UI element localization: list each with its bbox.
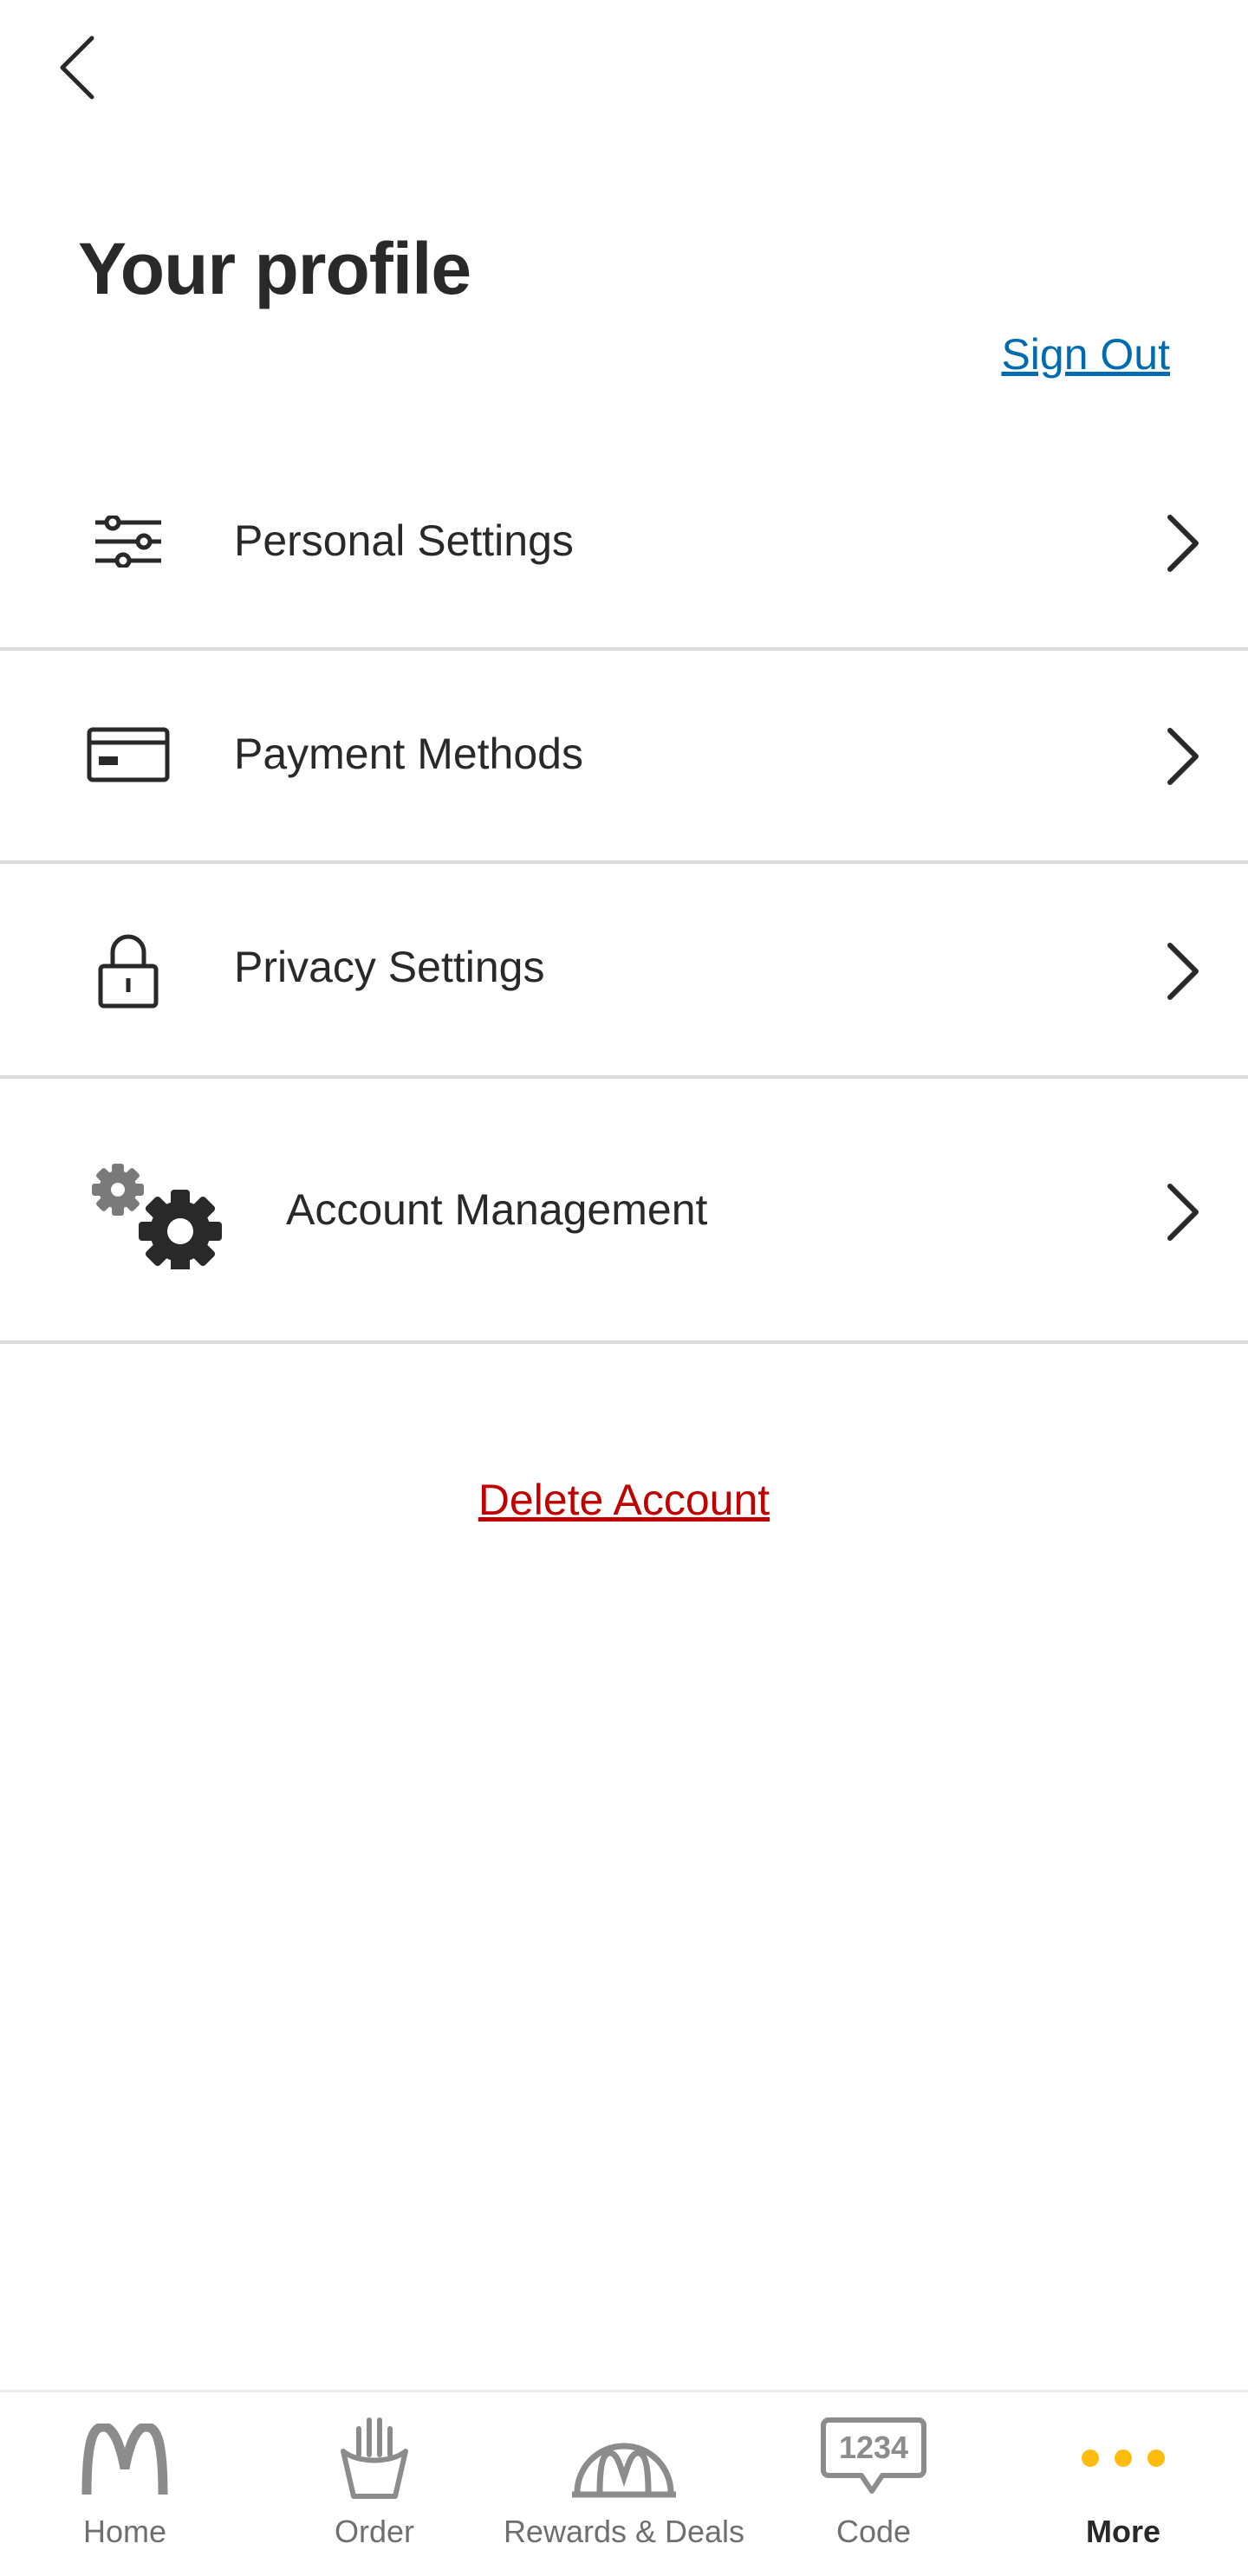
lock-icon <box>98 934 159 1009</box>
chevron-right-icon <box>1167 728 1199 785</box>
code-bubble-icon: 1234 <box>821 2417 926 2494</box>
tab-label: More <box>1085 2514 1160 2549</box>
delete-account-row: Delete Account <box>0 1475 1248 1525</box>
tab-label: Home <box>82 2514 167 2549</box>
menu-item-privacy-settings[interactable]: Privacy Settings <box>0 864 1248 1079</box>
menu-item-label: Privacy Settings <box>234 943 545 991</box>
fries-icon <box>341 2417 408 2499</box>
page-title: Your profile <box>78 228 471 309</box>
tab-home[interactable]: Home <box>0 2392 250 2576</box>
rewards-arch-icon <box>572 2443 676 2498</box>
credit-card-icon <box>87 727 170 782</box>
sign-out-link[interactable]: Sign Out <box>1001 329 1170 380</box>
menu-item-account-management[interactable]: Account Management <box>0 1079 1248 1344</box>
back-chevron-icon[interactable] <box>54 33 102 102</box>
gears-icon <box>92 1164 222 1269</box>
tab-rewards-deals[interactable]: Rewards & Deals <box>499 2392 749 2576</box>
golden-arches-icon <box>81 2424 168 2495</box>
tab-code[interactable]: 1234 Code <box>749 2392 998 2576</box>
menu-item-personal-settings[interactable]: Personal Settings <box>0 436 1248 651</box>
chevron-right-icon <box>1167 1184 1199 1241</box>
menu-item-label: Personal Settings <box>234 516 574 565</box>
tab-label: Order <box>334 2514 415 2549</box>
tab-order[interactable]: Order <box>250 2392 499 2576</box>
chevron-right-icon <box>1167 515 1199 572</box>
tab-more[interactable]: More <box>998 2392 1248 2576</box>
more-dots-icon <box>1082 2449 1165 2467</box>
menu-item-payment-methods[interactable]: Payment Methods <box>0 651 1248 864</box>
bottom-tab-bar: Home Order Rewards & Deals 1234 Code Mor… <box>0 2390 1248 2573</box>
code-bubble-text: 1234 <box>839 2430 908 2465</box>
sliders-icon <box>95 516 161 568</box>
delete-account-link[interactable]: Delete Account <box>478 1476 770 1524</box>
tab-label: Rewards & Deals <box>503 2514 745 2549</box>
chevron-right-icon <box>1167 943 1199 1000</box>
menu-item-label: Account Management <box>286 1185 708 1234</box>
tab-label: Code <box>835 2514 912 2549</box>
menu-item-label: Payment Methods <box>234 730 583 778</box>
